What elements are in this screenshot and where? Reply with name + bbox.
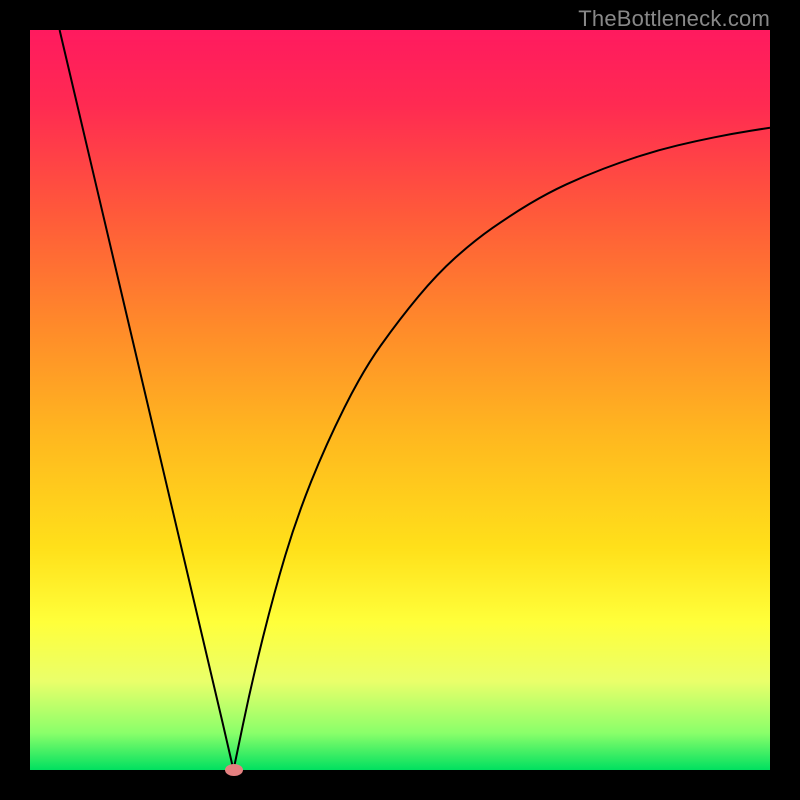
plot-area: [30, 30, 770, 770]
attribution-text: TheBottleneck.com: [578, 6, 770, 32]
chart-container: TheBottleneck.com: [0, 0, 800, 800]
right-branch-path: [234, 128, 771, 770]
left-branch-path: [60, 30, 234, 770]
optimal-point-marker: [225, 764, 243, 776]
curve-svg: [30, 30, 770, 770]
